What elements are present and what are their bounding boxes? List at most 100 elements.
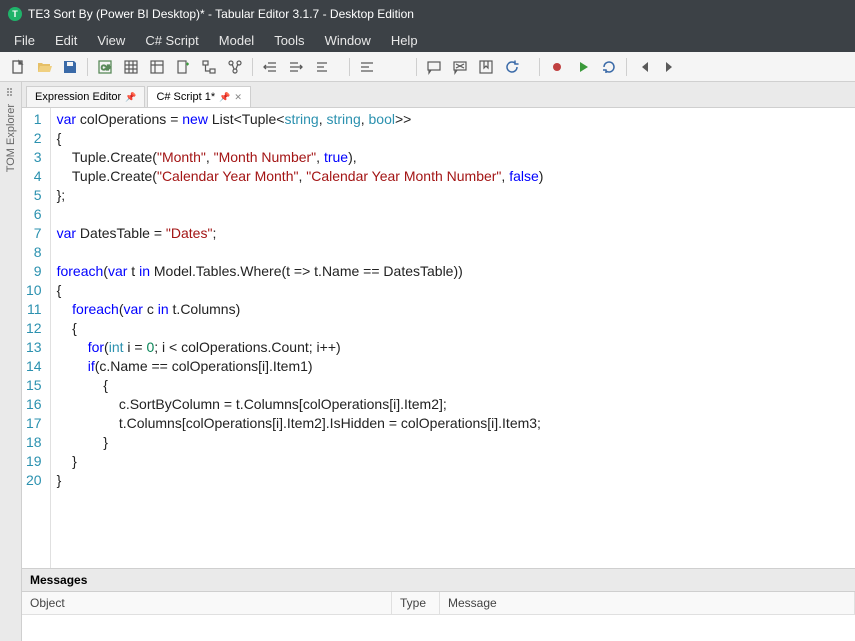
undo-run-button[interactable] bbox=[597, 55, 621, 79]
menu-edit[interactable]: Edit bbox=[45, 30, 87, 51]
code-line[interactable]: c.SortByColumn = t.Columns[colOperations… bbox=[57, 395, 849, 414]
pin-icon[interactable]: 📌 bbox=[125, 92, 136, 103]
line-number: 5 bbox=[26, 186, 42, 205]
content-area: Expression Editor📌C# Script 1*📌✕ 1234567… bbox=[22, 82, 855, 641]
outdent-button[interactable] bbox=[258, 55, 282, 79]
line-number: 14 bbox=[26, 357, 42, 376]
tab-strip: Expression Editor 📌 C# Script 1* 📌 ✕ bbox=[22, 82, 855, 108]
line-number: 17 bbox=[26, 414, 42, 433]
line-number: 7 bbox=[26, 224, 42, 243]
code-line[interactable]: t.Columns[colOperations[i].Item2].IsHidd… bbox=[57, 414, 849, 433]
align-left-button[interactable] bbox=[355, 55, 379, 79]
code-line[interactable]: { bbox=[57, 129, 849, 148]
code-line[interactable]: } bbox=[57, 452, 849, 471]
open-button[interactable] bbox=[32, 55, 56, 79]
uncomment-button[interactable] bbox=[448, 55, 472, 79]
line-number: 2 bbox=[26, 129, 42, 148]
dependency-button[interactable] bbox=[223, 55, 247, 79]
code-content[interactable]: var colOperations = new List<Tuple<strin… bbox=[51, 108, 855, 568]
code-line[interactable]: } bbox=[57, 433, 849, 452]
code-line[interactable]: var colOperations = new List<Tuple<strin… bbox=[57, 110, 849, 129]
messages-body bbox=[22, 615, 855, 641]
new-script-button[interactable] bbox=[171, 55, 195, 79]
code-line[interactable]: var DatesTable = "Dates"; bbox=[57, 224, 849, 243]
menu-model[interactable]: Model bbox=[209, 30, 264, 51]
tab-label: C# Script 1* bbox=[156, 91, 215, 103]
line-number: 18 bbox=[26, 433, 42, 452]
messages-panel: Messages Object Type Message bbox=[22, 568, 855, 641]
code-line[interactable]: { bbox=[57, 319, 849, 338]
main-area: TOM Explorer Expression Editor📌C# Script… bbox=[0, 82, 855, 641]
line-number: 11 bbox=[26, 300, 42, 319]
messages-columns: Object Type Message bbox=[22, 592, 855, 615]
pin-icon[interactable]: 📌 bbox=[219, 92, 230, 103]
column-message[interactable]: Message bbox=[440, 592, 855, 614]
code-line[interactable] bbox=[57, 205, 849, 224]
separator bbox=[87, 58, 88, 76]
side-panel[interactable]: TOM Explorer bbox=[0, 82, 22, 641]
tab-label: Expression Editor bbox=[35, 91, 121, 103]
column-type[interactable]: Type bbox=[392, 592, 440, 614]
line-number: 6 bbox=[26, 205, 42, 224]
code-line[interactable]: Tuple.Create("Calendar Year Month", "Cal… bbox=[57, 167, 849, 186]
line-number: 16 bbox=[26, 395, 42, 414]
tab-c--script-1-[interactable]: C# Script 1* 📌 ✕ bbox=[147, 86, 250, 107]
line-number: 8 bbox=[26, 243, 42, 262]
toolbar: C# bbox=[0, 52, 855, 82]
step-last-button[interactable] bbox=[658, 55, 682, 79]
code-line[interactable]: Tuple.Create("Month", "Month Number", tr… bbox=[57, 148, 849, 167]
save-button[interactable] bbox=[58, 55, 82, 79]
code-line[interactable]: } bbox=[57, 471, 849, 490]
menu-cscript[interactable]: C# Script bbox=[135, 30, 208, 51]
app-icon: T bbox=[8, 7, 22, 21]
refresh-button[interactable] bbox=[500, 55, 524, 79]
csharp-new-button[interactable]: C# bbox=[93, 55, 117, 79]
line-number: 13 bbox=[26, 338, 42, 357]
code-editor[interactable]: 1234567891011121314151617181920 var colO… bbox=[22, 108, 855, 568]
indent-button[interactable] bbox=[284, 55, 308, 79]
line-number: 12 bbox=[26, 319, 42, 338]
code-line[interactable]: { bbox=[57, 376, 849, 395]
separator bbox=[416, 58, 417, 76]
close-icon[interactable]: ✕ bbox=[234, 92, 242, 103]
side-tab-label[interactable]: TOM Explorer bbox=[5, 104, 17, 172]
line-number: 15 bbox=[26, 376, 42, 395]
code-line[interactable]: foreach(var c in t.Columns) bbox=[57, 300, 849, 319]
bookmark-button[interactable] bbox=[474, 55, 498, 79]
menu-view[interactable]: View bbox=[87, 30, 135, 51]
menu-window[interactable]: Window bbox=[315, 30, 381, 51]
code-line[interactable] bbox=[57, 243, 849, 262]
menu-file[interactable]: File bbox=[4, 30, 45, 51]
comment-button[interactable] bbox=[422, 55, 446, 79]
titlebar: T TE3 Sort By (Power BI Desktop)* - Tabu… bbox=[0, 0, 855, 28]
separator bbox=[626, 58, 627, 76]
code-line[interactable]: foreach(var t in Model.Tables.Where(t =>… bbox=[57, 262, 849, 281]
line-number: 19 bbox=[26, 452, 42, 471]
step-first-button[interactable] bbox=[632, 55, 656, 79]
record-macro-button[interactable] bbox=[545, 55, 569, 79]
line-number: 20 bbox=[26, 471, 42, 490]
format-button[interactable] bbox=[310, 55, 334, 79]
code-line[interactable]: { bbox=[57, 281, 849, 300]
code-line[interactable]: for(int i = 0; i < colOperations.Count; … bbox=[57, 338, 849, 357]
pivot-button[interactable] bbox=[145, 55, 169, 79]
diagram-button[interactable] bbox=[197, 55, 221, 79]
menu-tools[interactable]: Tools bbox=[264, 30, 314, 51]
menu-help[interactable]: Help bbox=[381, 30, 428, 51]
separator bbox=[252, 58, 253, 76]
code-line[interactable]: }; bbox=[57, 186, 849, 205]
svg-text:C#: C# bbox=[101, 65, 110, 72]
new-button[interactable] bbox=[6, 55, 30, 79]
tab-expression-editor[interactable]: Expression Editor 📌 bbox=[26, 86, 145, 107]
line-number: 10 bbox=[26, 281, 42, 300]
panel-grip-icon bbox=[5, 86, 17, 98]
column-object[interactable]: Object bbox=[22, 592, 392, 614]
line-number: 3 bbox=[26, 148, 42, 167]
run-script-button[interactable] bbox=[571, 55, 595, 79]
menubar: FileEditViewC# ScriptModelToolsWindowHel… bbox=[0, 28, 855, 52]
separator bbox=[349, 58, 350, 76]
titlebar-text: TE3 Sort By (Power BI Desktop)* - Tabula… bbox=[28, 7, 414, 21]
messages-header[interactable]: Messages bbox=[22, 569, 855, 592]
grid-button[interactable] bbox=[119, 55, 143, 79]
code-line[interactable]: if(c.Name == colOperations[i].Item1) bbox=[57, 357, 849, 376]
